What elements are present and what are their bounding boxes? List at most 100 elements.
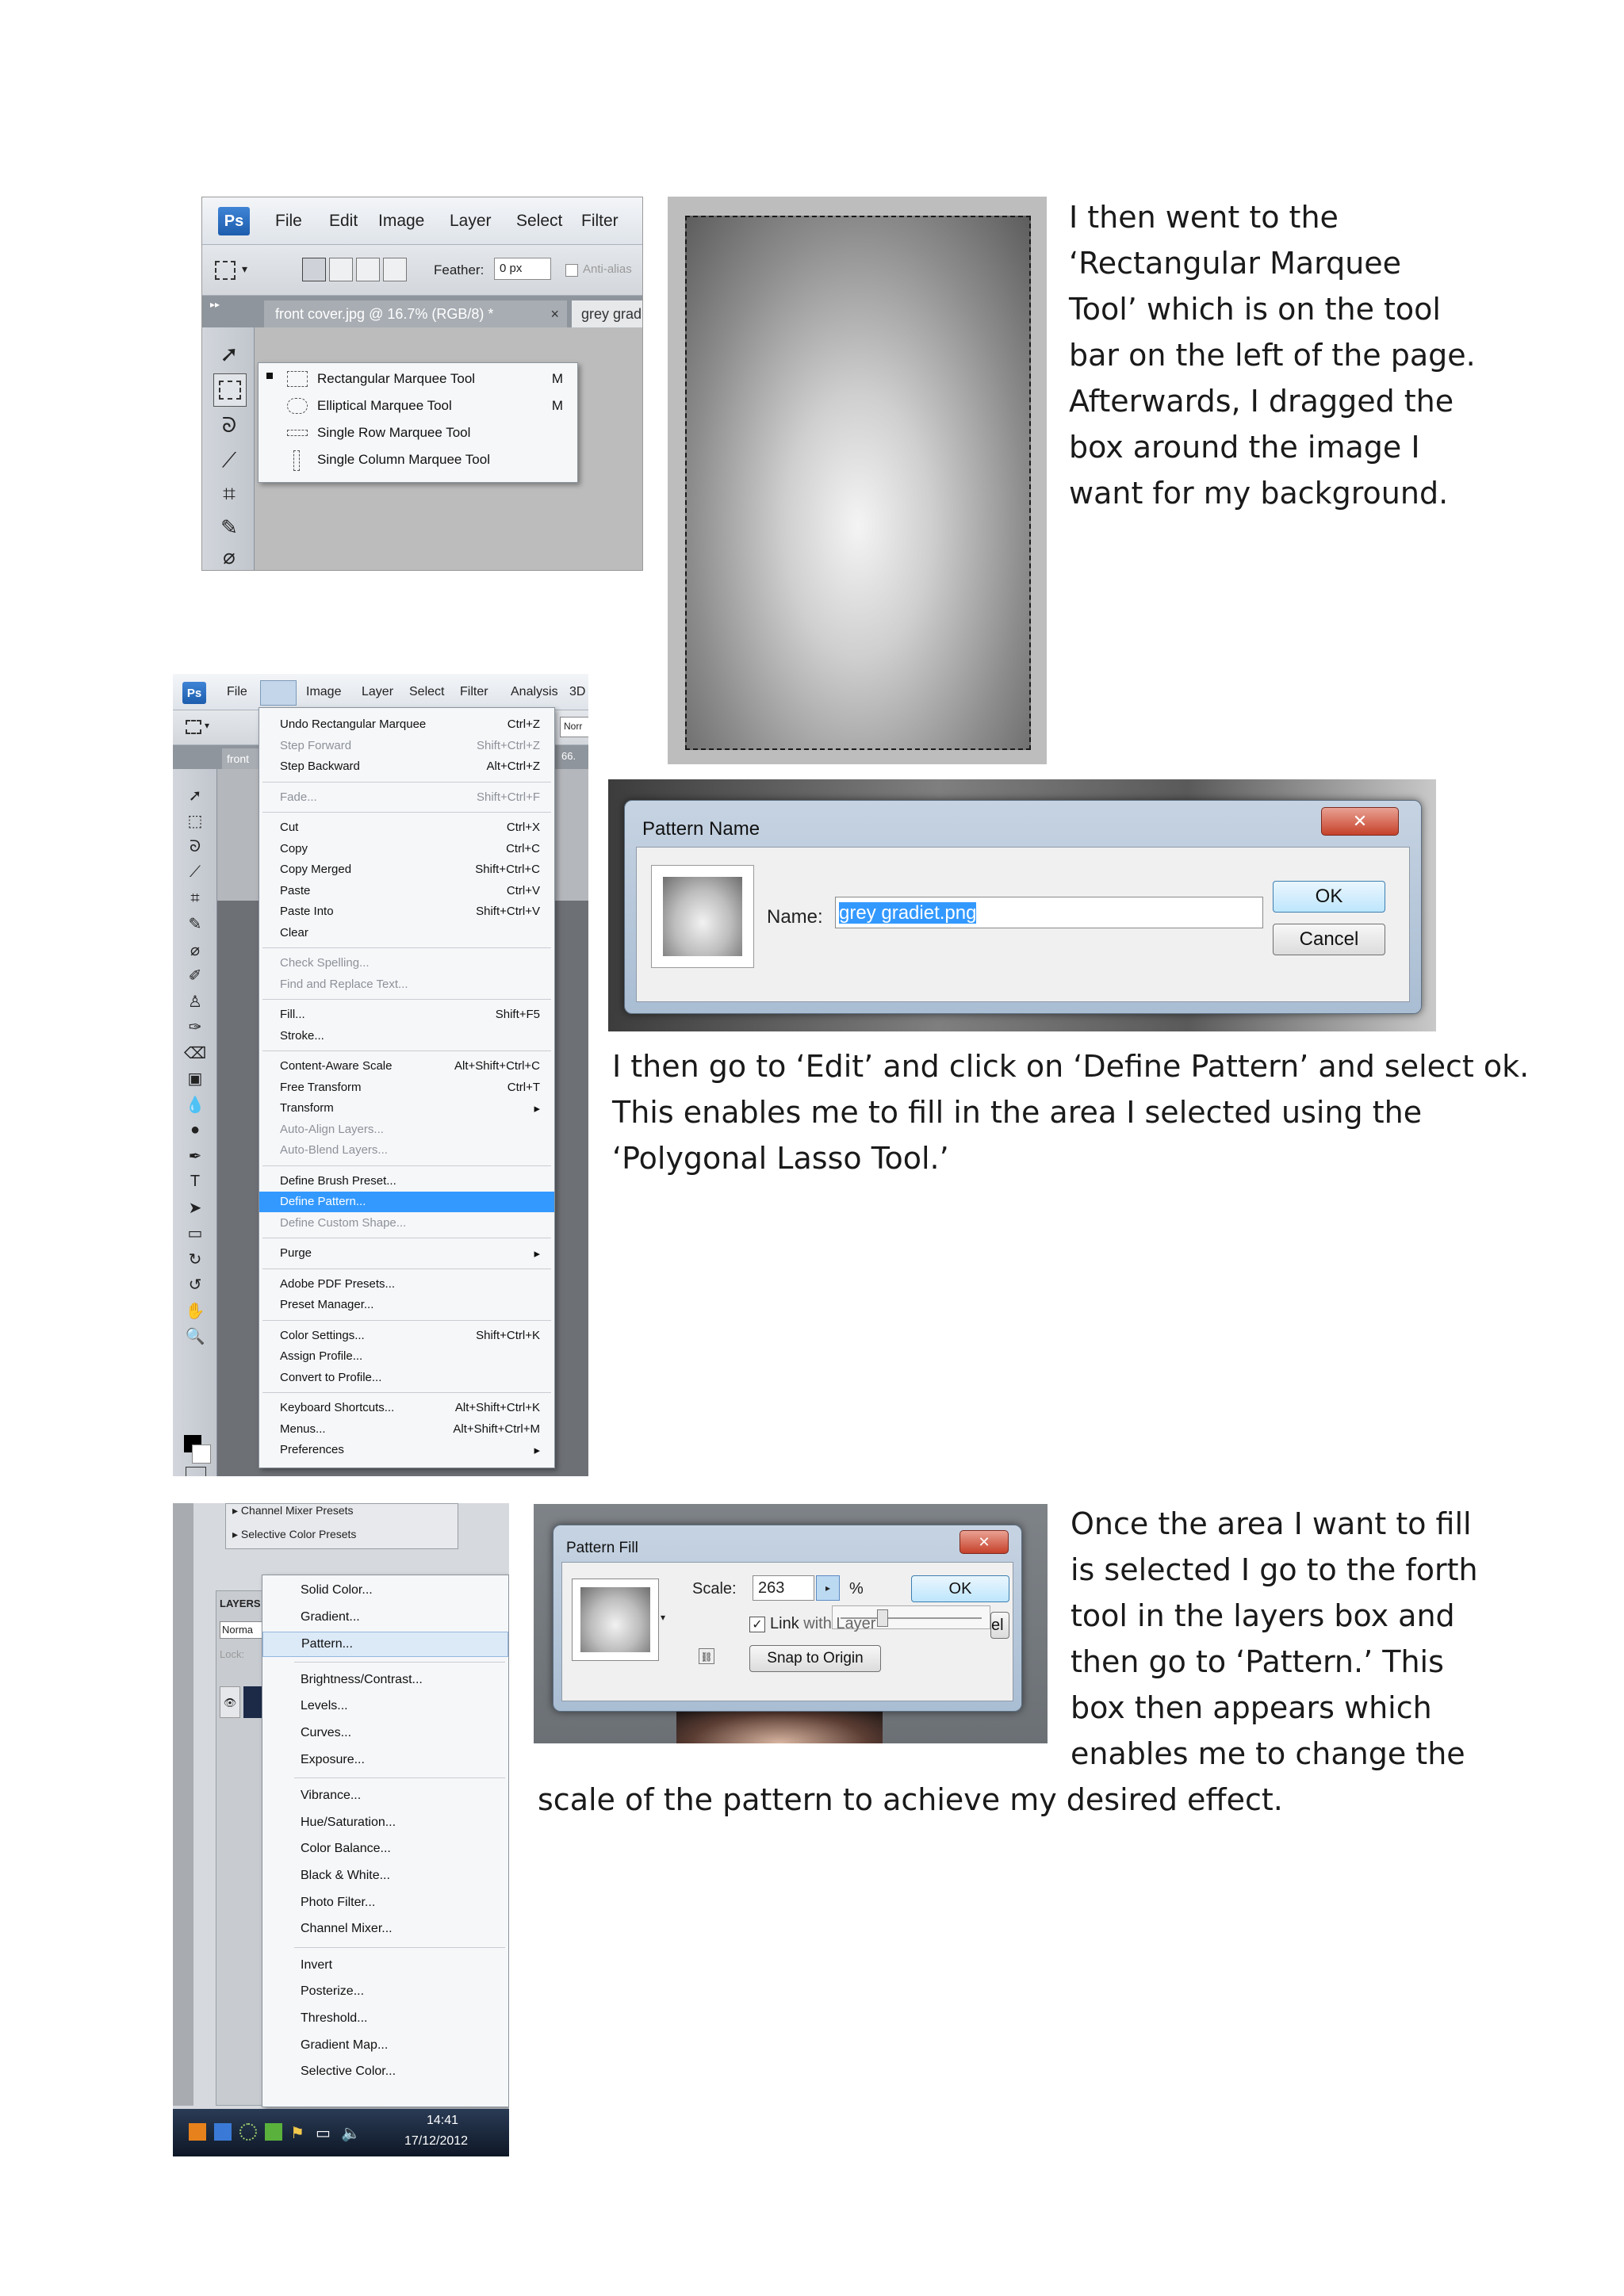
close-button[interactable]: ✕: [959, 1530, 1009, 1554]
adjustment-menu-item[interactable]: Solid Color...: [262, 1578, 508, 1602]
chevron-down-icon[interactable]: ▾: [242, 262, 247, 276]
swatch-dropdown-icon[interactable]: ▾: [661, 1612, 665, 1623]
cancel-button[interactable]: el: [990, 1612, 1009, 1639]
eyedropper-tool-icon[interactable]: ✎: [179, 913, 211, 936]
magic-wand-icon[interactable]: ⟋: [213, 445, 245, 476]
crop-tool-icon[interactable]: ⌗: [213, 478, 245, 510]
edit-menu-active[interactable]: [260, 680, 297, 706]
menu-image[interactable]: Image: [378, 212, 424, 231]
edit-menu-item[interactable]: Paste Ctrl+V: [259, 881, 554, 901]
name-input[interactable]: grey gradiet.png: [835, 897, 1263, 928]
close-button[interactable]: ✕: [1321, 807, 1399, 836]
menu-3d[interactable]: 3D: [569, 685, 585, 699]
network-icon[interactable]: [239, 2123, 257, 2141]
edit-menu-item[interactable]: Preferences ▸: [259, 1440, 554, 1460]
adjustment-menu-item[interactable]: Gradient Map...: [262, 2034, 508, 2057]
ok-button[interactable]: OK: [911, 1575, 1009, 1602]
menu-file[interactable]: File: [227, 685, 247, 699]
edit-menu-item[interactable]: Menus... Alt+Shift+Ctrl+M: [259, 1419, 554, 1440]
pattern-swatch[interactable]: [572, 1578, 659, 1661]
shape-tool-icon[interactable]: ▭: [179, 1222, 211, 1246]
background-color-swatch[interactable]: [192, 1445, 211, 1464]
healing-tool-icon[interactable]: ⌀: [179, 938, 211, 962]
edit-menu-item[interactable]: Adobe PDF Presets...: [259, 1274, 554, 1295]
link-with-layer-checkbox[interactable]: ✓: [749, 1617, 765, 1632]
3d-orbit-tool-icon[interactable]: ↺: [179, 1273, 211, 1297]
layers-tab[interactable]: LAYERS: [220, 1598, 261, 1609]
edit-menu-item[interactable]: Cut Ctrl+X: [259, 817, 554, 838]
adjustment-menu-item[interactable]: Selective Color...: [262, 2060, 508, 2084]
edit-menu-item[interactable]: Step Backward Alt+Ctrl+Z: [259, 756, 554, 777]
adjustment-menu-item[interactable]: Levels...: [262, 1694, 508, 1718]
edit-menu-item[interactable]: Transform ▸: [259, 1098, 554, 1119]
intersect-selection-icon[interactable]: [383, 258, 407, 281]
adjustment-menu-item[interactable]: Pattern...: [262, 1632, 508, 1658]
edit-menu-item[interactable]: Copy Ctrl+C: [259, 839, 554, 859]
edit-menu-item[interactable]: Color Settings... Shift+Ctrl+K: [259, 1326, 554, 1346]
edit-menu-item[interactable]: Convert to Profile...: [259, 1368, 554, 1388]
stamp-tool-icon[interactable]: ♙: [179, 989, 211, 1013]
tab-grey-gradient[interactable]: grey grad: [572, 300, 642, 327]
display-icon[interactable]: ▭: [316, 2123, 333, 2142]
tab-front-cover[interactable]: front cover.jpg @ 16.7% (RGB/8) * ×: [264, 300, 567, 327]
move-tool-icon[interactable]: ➚: [179, 783, 211, 807]
marquee-tool-icon[interactable]: ⬚: [179, 809, 211, 833]
quick-mask-icon[interactable]: [186, 1467, 206, 1476]
scale-slider-toggle[interactable]: ▸: [816, 1575, 840, 1601]
java-icon[interactable]: [189, 2123, 206, 2141]
menu-layer[interactable]: Layer: [362, 685, 393, 699]
adjustment-menu-item[interactable]: Brightness/Contrast...: [262, 1668, 508, 1692]
adjustment-menu-item[interactable]: Photo Filter...: [262, 1891, 508, 1915]
adjustment-menu-item[interactable]: Vibrance...: [262, 1784, 508, 1808]
gradient-tool-icon[interactable]: ▣: [179, 1067, 211, 1091]
wand-tool-icon[interactable]: ⟋: [179, 861, 211, 885]
eraser-tool-icon[interactable]: ⌫: [179, 1041, 211, 1065]
edit-menu-item[interactable]: Free Transform Ctrl+T: [259, 1077, 554, 1098]
preset-channel-mixer[interactable]: ▸ Channel Mixer Presets: [232, 1504, 354, 1517]
edit-menu-item[interactable]: Fill... Shift+F5: [259, 1004, 554, 1025]
chevron-down-icon[interactable]: ▾: [205, 720, 209, 731]
move-tool-icon[interactable]: ➚: [213, 339, 245, 369]
add-selection-icon[interactable]: [329, 258, 353, 281]
ok-button[interactable]: OK: [1273, 881, 1385, 913]
menu-analysis[interactable]: Analysis: [511, 685, 558, 699]
flyout-item[interactable]: Elliptical Marquee Tool M: [259, 393, 577, 419]
zoom-tool-icon[interactable]: 🔍: [179, 1325, 211, 1349]
marquee-preset-icon[interactable]: [186, 720, 201, 734]
marquee-preset-icon[interactable]: [215, 261, 236, 280]
adjustment-menu-item[interactable]: Exposure...: [262, 1748, 508, 1772]
history-tool-icon[interactable]: ✑: [179, 1016, 211, 1039]
menu-select[interactable]: Select: [409, 685, 444, 699]
edit-menu-item[interactable]: Assign Profile...: [259, 1346, 554, 1367]
feather-input[interactable]: 0 px: [494, 258, 551, 280]
edit-menu-item[interactable]: Content-Aware Scale Alt+Shift+Ctrl+C: [259, 1056, 554, 1077]
app-icon[interactable]: [214, 2123, 232, 2141]
3d-rotate-tool-icon[interactable]: ↻: [179, 1247, 211, 1271]
menu-filter[interactable]: Filter: [581, 212, 619, 231]
link-layer-icon[interactable]: ⛓: [699, 1648, 714, 1664]
path-select-tool-icon[interactable]: ➤: [179, 1196, 211, 1219]
edit-menu-item[interactable]: Keyboard Shortcuts... Alt+Shift+Ctrl+K: [259, 1398, 554, 1418]
speaker-icon[interactable]: 🔈: [341, 2123, 361, 2142]
type-tool-icon[interactable]: T: [179, 1170, 211, 1194]
lasso-tool-icon[interactable]: ᘐ: [213, 410, 245, 442]
adjustment-menu-item[interactable]: Posterize...: [262, 1980, 508, 2003]
adjustment-menu-item[interactable]: Channel Mixer...: [262, 1917, 508, 1941]
adjustment-menu-item[interactable]: Gradient...: [262, 1605, 508, 1629]
flyout-item[interactable]: Single Row Marquee Tool: [259, 420, 577, 446]
menu-edit[interactable]: Edit: [329, 212, 358, 231]
blend-mode-select[interactable]: Norma: [220, 1621, 267, 1639]
crop-tool-icon[interactable]: ⌗: [179, 886, 211, 910]
healing-brush-icon[interactable]: ⌀: [213, 543, 245, 570]
pen-tool-icon[interactable]: ✒: [179, 1144, 211, 1168]
flyout-item[interactable]: Rectangular Marquee Tool M: [259, 366, 577, 392]
antialias-checkbox[interactable]: [565, 264, 578, 277]
adjustment-menu-item[interactable]: Color Balance...: [262, 1837, 508, 1861]
menu-select[interactable]: Select: [516, 212, 562, 231]
preset-selective-color[interactable]: ▸ Selective Color Presets: [232, 1528, 356, 1541]
adjustment-menu-item[interactable]: Black & White...: [262, 1864, 508, 1888]
adjustment-menu-item[interactable]: Hue/Saturation...: [262, 1811, 508, 1835]
flag-icon[interactable]: ⚑: [290, 2123, 308, 2142]
edit-menu-item[interactable]: Purge ▸: [259, 1243, 554, 1264]
blend-mode-field[interactable]: Norr: [560, 717, 588, 737]
